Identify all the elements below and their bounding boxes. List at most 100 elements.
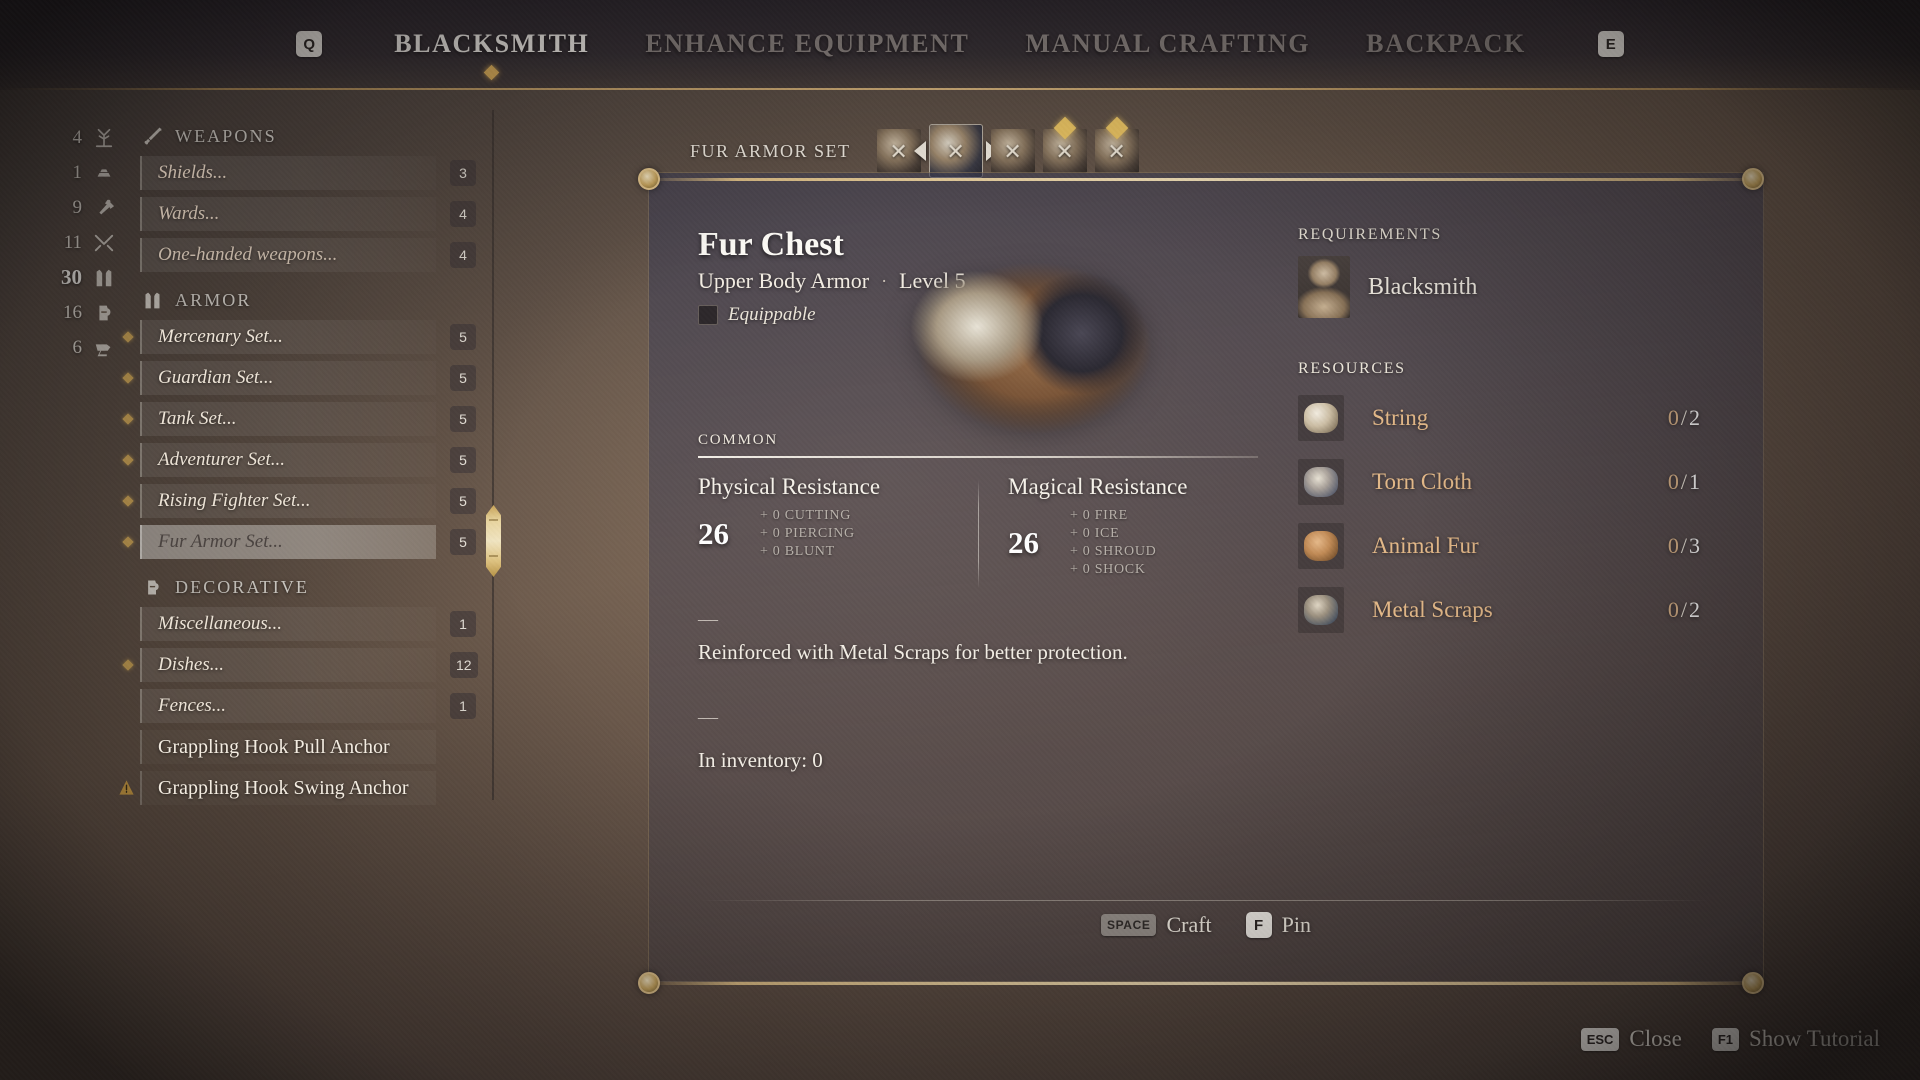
sidebar-group-header: ARMOR <box>140 280 490 320</box>
sidebar-scrollbar-thumb[interactable] <box>486 505 501 577</box>
sword-icon <box>140 125 164 147</box>
resource-need: 1 <box>1689 469 1700 494</box>
armor-set-name: FUR ARMOR SET <box>690 140 851 161</box>
sidebar-scrollbar-track[interactable] <box>492 110 494 800</box>
stat-sub-list: + 0 CUTTING + 0 PIERCING + 0 BLUNT <box>760 508 855 560</box>
item-rarity: COMMON <box>698 432 778 448</box>
sidebar-item-wards[interactable]: Wards... 4 <box>140 197 490 231</box>
counter-value: 1 <box>72 161 83 183</box>
resource-have: 0 <box>1667 405 1679 430</box>
sidebar-item-count: 5 <box>450 447 476 473</box>
stat-column: Physical Resistance 26 + 0 CUTTING + 0 PIER… <box>698 474 978 578</box>
sidebar-item-tank-set[interactable]: Tank Set... 5 <box>122 402 490 436</box>
sidebar-item-grappling-hook-pull-anchor[interactable]: Grappling Hook Pull Anchor <box>140 730 490 764</box>
stat-sub-item: + 0 BLUNT <box>760 544 835 559</box>
game-crafting-screen: Q BLACKSMITH ENHANCE EQUIPMENT MANUAL CRAFT… <box>0 0 1920 1080</box>
string-icon <box>1298 395 1344 441</box>
nav-key-left[interactable]: Q <box>296 31 323 57</box>
sidebar-item-rising-fighter-set[interactable]: Rising Fighter Set... 5 <box>122 484 490 518</box>
nav-key-right[interactable]: E <box>1597 31 1624 57</box>
footer-hints[interactable]: ESC Close F1 Show Tutorial <box>1580 1026 1880 1052</box>
resource-have: 0 <box>1667 533 1679 558</box>
sidebar-item-adventurer-set[interactable]: Adventurer Set... 5 <box>122 443 490 477</box>
panel-corner-knob-top-left <box>638 168 660 190</box>
panel-action-bar[interactable]: SPACE Craft F Pin <box>648 912 1764 938</box>
stat-sub-item: + 0 PIERCING <box>760 526 855 541</box>
panel-top-border <box>648 178 1764 181</box>
resources-heading: RESOURCES <box>1298 360 1406 377</box>
recipe-category-sidebar[interactable]: WEAPONS Shields... 3 Wards... 4 One-handed we… <box>119 108 490 808</box>
resource-quantity: 0/3 <box>1668 533 1700 559</box>
fur-gloves-slot[interactable]: ✕ <box>990 129 1035 173</box>
tab-blacksmith[interactable]: BLACKSMITH <box>366 29 617 81</box>
nav-underline <box>0 88 1920 90</box>
jug-icon <box>140 576 164 598</box>
fur-icon <box>1298 523 1344 569</box>
sidebar-item-fur-armor-set[interactable]: Fur Armor Set... 5 <box>122 525 490 559</box>
stat-sub-item: + 0 ICE <box>1070 526 1120 541</box>
sidebar-item-one-handed-weapons[interactable]: One-handed weapons... 4 <box>140 238 490 272</box>
plant-icon <box>92 126 116 150</box>
sidebar-item-label: One-handed weapons... <box>158 244 338 265</box>
cloth-icon <box>1298 459 1344 505</box>
description-divider-bottom: — <box>698 706 718 728</box>
item-description: Reinforced with Metal Scraps for better … <box>698 640 1128 664</box>
slot-thumbnail <box>990 129 1035 173</box>
counter-row: 11 <box>46 225 116 260</box>
sidebar-item-mercenary-set[interactable]: Mercenary Set... 5 <box>122 320 490 354</box>
ingots-icon <box>92 161 116 185</box>
sidebar-item-shields[interactable]: Shields... 3 <box>140 156 490 190</box>
resource-need: 3 <box>1689 533 1700 558</box>
counter-value: 11 <box>63 231 82 253</box>
fur-boots-slot[interactable]: ✕ <box>1094 116 1139 173</box>
resource-need: 2 <box>1689 597 1700 622</box>
equip-slot-icon <box>698 305 718 325</box>
resource-separator: / <box>1680 469 1687 494</box>
stat-sub-list: + 0 FIRE + 0 ICE + 0 SHROUD + 0 SHOCK <box>1070 508 1156 578</box>
stat-body: 26 + 0 CUTTING + 0 PIERCING + 0 BLUNT <box>698 508 960 560</box>
resource-name: Torn Cloth <box>1372 469 1472 494</box>
resource-separator: / <box>1680 405 1687 430</box>
hint-label: Close <box>1629 1026 1682 1051</box>
sidebar-group-header: WEAPONS <box>140 116 490 156</box>
fur-trousers-slot[interactable]: ✕ <box>1042 116 1087 173</box>
requirement-name: Blacksmith <box>1368 273 1478 300</box>
resource-row: Animal Fur 0/3 <box>1298 520 1718 572</box>
action-pin[interactable]: F Pin <box>1245 912 1311 938</box>
hint-label: Show Tutorial <box>1748 1026 1880 1051</box>
resource-separator: / <box>1680 533 1687 558</box>
resource-name: Metal Scraps <box>1372 597 1493 622</box>
tab-enhance-equipment[interactable]: ENHANCE EQUIPMENT <box>617 29 997 59</box>
sidebar-item-grappling-hook-swing-anchor[interactable]: Grappling Hook Swing Anchor <box>119 771 490 805</box>
panel-bottom-border <box>648 982 1764 985</box>
fur-chest-slot[interactable]: ✕ <box>913 124 998 178</box>
resource-counter-column: 4 1 9 11 30 16 6 <box>46 120 116 365</box>
tab-label: ENHANCE EQUIPMENT <box>645 29 970 58</box>
sidebar-item-label: Adventurer Set... <box>158 449 285 470</box>
item-bullet-icon <box>122 413 134 425</box>
sidebar-item-guardian-set[interactable]: Guardian Set... 5 <box>122 361 490 395</box>
prev-item-arrow-icon[interactable] <box>913 141 926 161</box>
sidebar-item-miscellaneous[interactable]: Miscellaneous... 1 <box>140 607 490 641</box>
resource-thumbnail <box>1304 531 1338 561</box>
item-subtitle-separator: · <box>881 270 888 291</box>
panel-corner-knob-bottom-right <box>1742 972 1764 994</box>
equippable-label: Equippable <box>728 304 816 325</box>
action-key: F <box>1245 912 1272 938</box>
action-craft[interactable]: SPACE Craft <box>1100 912 1212 938</box>
hint-show-tutorial[interactable]: F1 Show Tutorial <box>1711 1026 1880 1052</box>
sidebar-item-count: 5 <box>450 324 476 350</box>
tab-backpack[interactable]: BACKPACK <box>1338 29 1554 59</box>
resource-row: String 0/2 <box>1298 392 1718 444</box>
item-bullet-icon <box>122 495 134 507</box>
armor-set-selector[interactable]: FUR ARMOR SET ✕ ✕ ✕ ✕ ✕ <box>690 116 1139 178</box>
sidebar-item-dishes[interactable]: Dishes... 12 <box>122 648 490 682</box>
counter-row: 1 <box>46 155 116 190</box>
sidebar-item-label: Fur Armor Set... <box>158 531 283 552</box>
sidebar-item-fences[interactable]: Fences... 1 <box>140 689 490 723</box>
stat-column: Magical Resistance 26 + 0 FIRE + 0 ICE + 0 S… <box>978 474 1258 588</box>
sidebar-item-count: 5 <box>450 365 476 391</box>
tab-manual-crafting[interactable]: MANUAL CRAFTING <box>997 29 1338 59</box>
top-navigation-bar: Q BLACKSMITH ENHANCE EQUIPMENT MANUAL CRAFT… <box>0 0 1920 90</box>
hint-close[interactable]: ESC Close <box>1580 1026 1682 1052</box>
